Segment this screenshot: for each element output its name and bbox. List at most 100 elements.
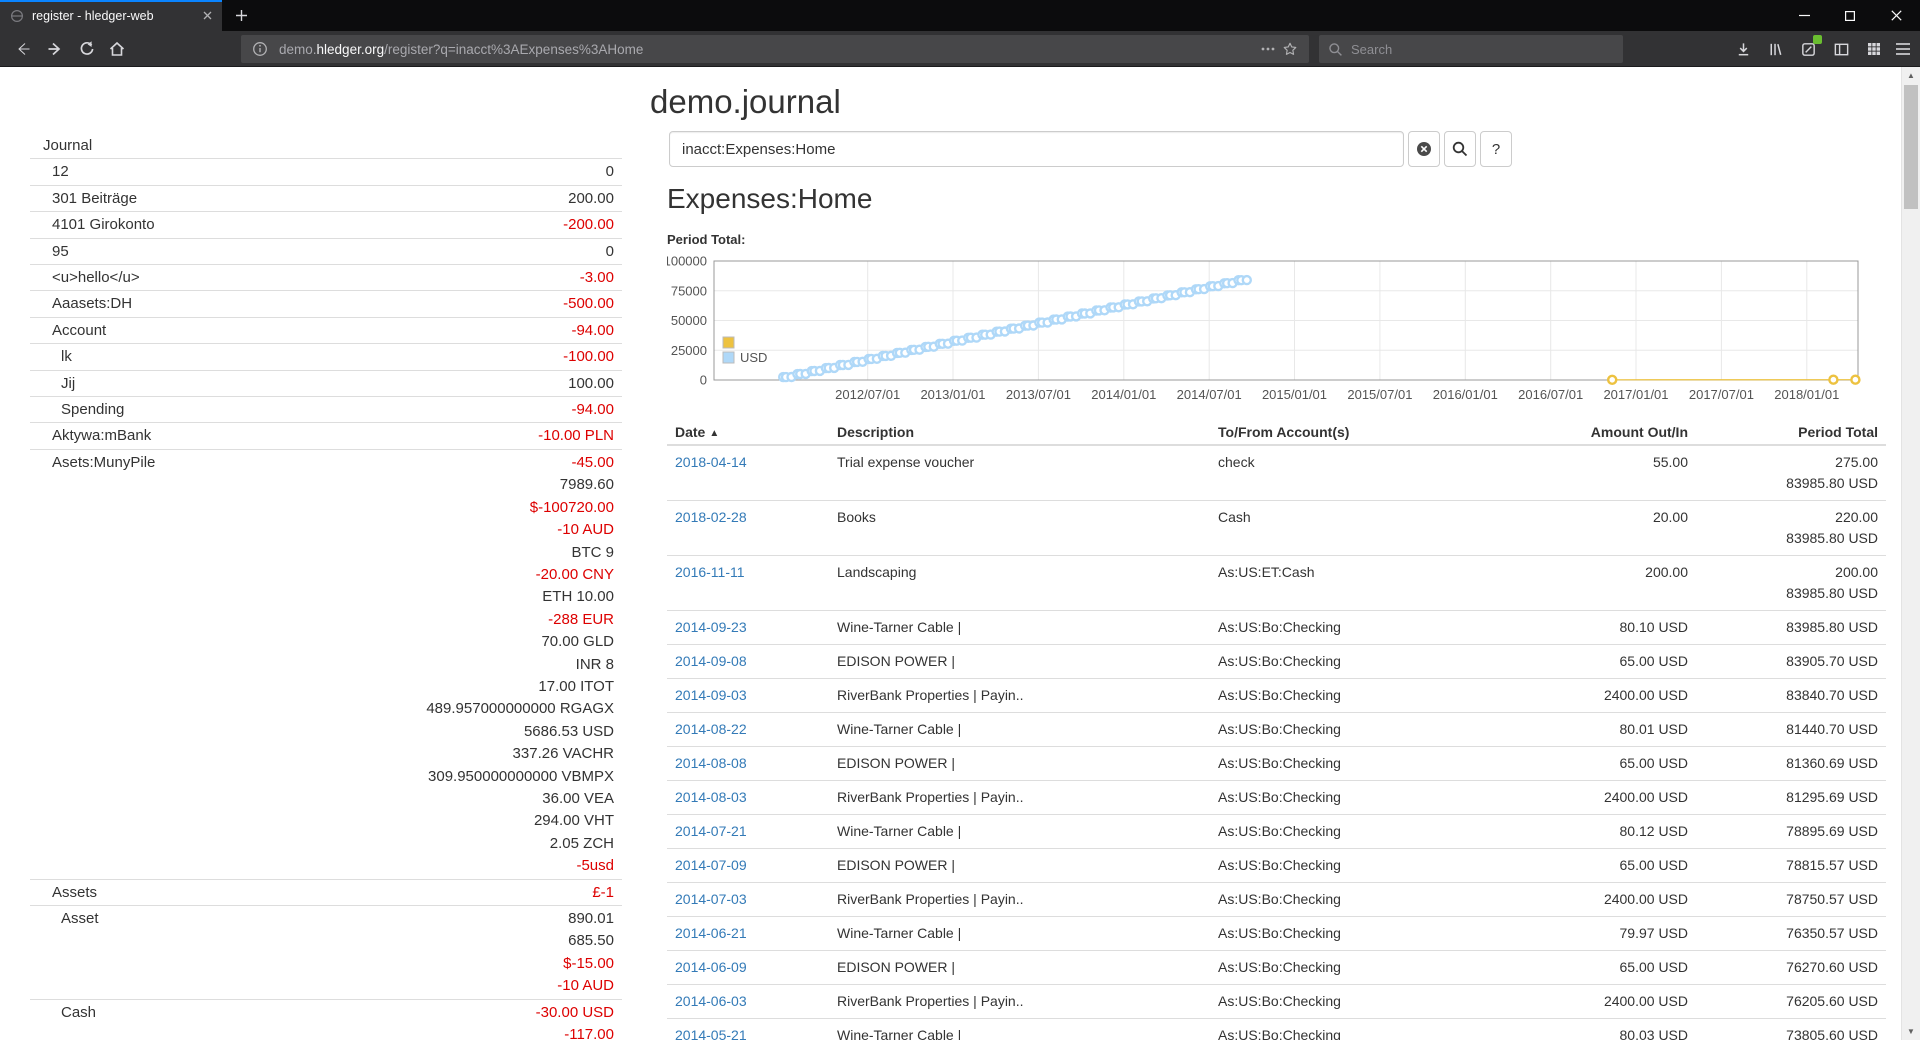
sidebar-account-link[interactable]: Asset: [43, 908, 99, 930]
transaction-amount: 80.03 USD: [1496, 1019, 1696, 1040]
transaction-date-link[interactable]: 2018-02-28: [675, 509, 747, 525]
transaction-amount: 20.00: [1496, 501, 1696, 556]
window-maximize-button[interactable]: [1827, 0, 1873, 31]
transaction-date-link[interactable]: 2014-08-08: [675, 755, 747, 771]
sidebar-account-link[interactable]: Account: [43, 320, 106, 342]
column-header-to-from-account-s-[interactable]: To/From Account(s): [1210, 420, 1496, 445]
transaction-date-link[interactable]: 2016-11-11: [675, 564, 745, 580]
transaction-date-link[interactable]: 2014-09-03: [675, 687, 747, 703]
svg-text:2018/01/01: 2018/01/01: [1774, 387, 1839, 402]
search-icon: [1328, 42, 1343, 57]
transaction-amount: 65.00 USD: [1496, 747, 1696, 781]
scrollbar-thumb[interactable]: [1904, 85, 1918, 209]
sidebar-account-link[interactable]: Cash: [43, 1002, 96, 1024]
transaction-account: As:US:Bo:Checking: [1210, 985, 1496, 1019]
browser-tab[interactable]: register - hledger-web: [0, 0, 222, 31]
sidebar-account-link[interactable]: Jij: [43, 373, 75, 395]
svg-text:2014/01/01: 2014/01/01: [1091, 387, 1156, 402]
window-close-button[interactable]: [1873, 0, 1919, 31]
svg-text:25000: 25000: [671, 343, 707, 358]
sidebar-account-link[interactable]: Assets: [43, 882, 97, 904]
reload-button[interactable]: [78, 40, 96, 58]
sidebar-account-row: 4101 Girokonto-200.00: [30, 212, 622, 238]
back-button[interactable]: [14, 40, 32, 58]
url-bar[interactable]: demo.hledger.org/register?q=inacct%3AExp…: [241, 35, 1309, 63]
column-header-amount-out-in[interactable]: Amount Out/In: [1496, 420, 1696, 445]
page-info-icon[interactable]: [249, 38, 271, 60]
register-row: 2018-04-14Trial expense vouchercheck55.0…: [667, 445, 1886, 501]
submit-query-button[interactable]: [1444, 131, 1476, 167]
bookmark-star-icon[interactable]: [1279, 38, 1301, 60]
column-header-date[interactable]: Date▲: [667, 420, 829, 445]
sidebar-account-row: Asset890.01685.50$-15.00-10 AUD: [30, 906, 622, 1000]
help-button[interactable]: ?: [1480, 131, 1512, 167]
transaction-date-link[interactable]: 2018-04-14: [675, 454, 747, 470]
sidebar-account-link[interactable]: 12: [43, 161, 69, 183]
sidebar-account-link[interactable]: Aaasets:DH: [43, 293, 132, 315]
browser-search-field[interactable]: Search: [1319, 35, 1623, 63]
transaction-date-link[interactable]: 2014-08-22: [675, 721, 747, 737]
tab-title: register - hledger-web: [32, 9, 198, 23]
scroll-down-arrow[interactable]: ▼: [1902, 1023, 1920, 1040]
transaction-date-link[interactable]: 2014-06-21: [675, 925, 747, 941]
page-scrollbar[interactable]: ▲ ▼: [1901, 67, 1920, 1040]
extension-icon[interactable]: [1798, 40, 1818, 58]
transaction-date-link[interactable]: 2014-09-23: [675, 619, 747, 635]
svg-text:2016/07/01: 2016/07/01: [1518, 387, 1583, 402]
sidebar-account-link[interactable]: 301 Beiträge: [43, 188, 137, 210]
sidebar-account-link[interactable]: 4101 Girokonto: [43, 214, 155, 236]
column-header-description[interactable]: Description: [829, 420, 1210, 445]
transaction-date-link[interactable]: 2014-07-21: [675, 823, 747, 839]
sidebar-account-row: Asets:MunyPile-45.007989.60$-100720.00-1…: [30, 450, 622, 880]
window-minimize-button[interactable]: [1781, 0, 1827, 31]
account-balance: -100.00: [563, 346, 614, 368]
transaction-date-link[interactable]: 2014-07-03: [675, 891, 747, 907]
query-input[interactable]: [669, 131, 1404, 167]
library-icon[interactable]: [1765, 40, 1785, 58]
transaction-amount: 80.01 USD: [1496, 713, 1696, 747]
transaction-date-link[interactable]: 2014-05-21: [675, 1027, 747, 1040]
transaction-period-total: 83905.70 USD: [1696, 645, 1886, 679]
grid-icon[interactable]: [1864, 40, 1884, 58]
sidebar-account-link[interactable]: 95: [43, 241, 69, 263]
sidebar-account-link[interactable]: lk: [43, 346, 72, 368]
browser-toolbar: demo.hledger.org/register?q=inacct%3AExp…: [0, 31, 1920, 67]
sidebar-account-link[interactable]: Asets:MunyPile: [43, 452, 155, 474]
sidebars-icon[interactable]: [1831, 40, 1851, 58]
clear-query-button[interactable]: [1408, 131, 1440, 167]
sidebar-account-link[interactable]: Journal: [43, 135, 92, 157]
sidebar-account-link[interactable]: Spending: [43, 399, 124, 421]
transaction-date-link[interactable]: 2014-06-03: [675, 993, 747, 1009]
menu-icon[interactable]: [1893, 40, 1913, 58]
transaction-period-total: 76350.57 USD: [1696, 917, 1886, 951]
new-tab-button[interactable]: [228, 3, 254, 28]
transaction-date-link[interactable]: 2014-08-03: [675, 789, 747, 805]
transaction-description: Trial expense voucher: [829, 445, 1210, 501]
transaction-description: Wine-Tarner Cable |: [829, 1019, 1210, 1040]
transaction-date-link[interactable]: 2014-09-08: [675, 653, 747, 669]
transaction-period-total: 73805.60 USD: [1696, 1019, 1886, 1040]
transaction-date-link[interactable]: 2014-06-09: [675, 959, 747, 975]
transaction-amount: 2400.00 USD: [1496, 883, 1696, 917]
transaction-amount: 2400.00 USD: [1496, 679, 1696, 713]
scroll-up-arrow[interactable]: ▲: [1902, 67, 1920, 84]
transaction-date-link[interactable]: 2014-07-09: [675, 857, 747, 873]
register-row: 2014-07-21Wine-Tarner Cable |As:US:Bo:Ch…: [667, 815, 1886, 849]
sidebar-account-link[interactable]: Aktywa:mBank: [43, 425, 151, 447]
register-row: 2016-11-11LandscapingAs:US:ET:Cash200.00…: [667, 556, 1886, 611]
sidebar-account-row: Aktywa:mBank-10.00 PLN: [30, 423, 622, 449]
forward-button[interactable]: [46, 40, 64, 58]
sidebar-account-link[interactable]: <u>hello</u>: [43, 267, 140, 289]
tab-close-icon[interactable]: [198, 7, 216, 25]
downloads-icon[interactable]: [1733, 40, 1753, 58]
transaction-amount: 79.97 USD: [1496, 917, 1696, 951]
transaction-account: As:US:Bo:Checking: [1210, 849, 1496, 883]
transaction-period-total: 81440.70 USD: [1696, 713, 1886, 747]
home-button[interactable]: [108, 40, 126, 58]
page-actions-icon[interactable]: [1257, 38, 1279, 60]
account-balance: 0: [606, 241, 614, 263]
account-balance: -3.00: [580, 267, 614, 289]
transaction-account: As:US:Bo:Checking: [1210, 645, 1496, 679]
transaction-amount: 80.10 USD: [1496, 611, 1696, 645]
column-header-period-total[interactable]: Period Total: [1696, 420, 1886, 445]
